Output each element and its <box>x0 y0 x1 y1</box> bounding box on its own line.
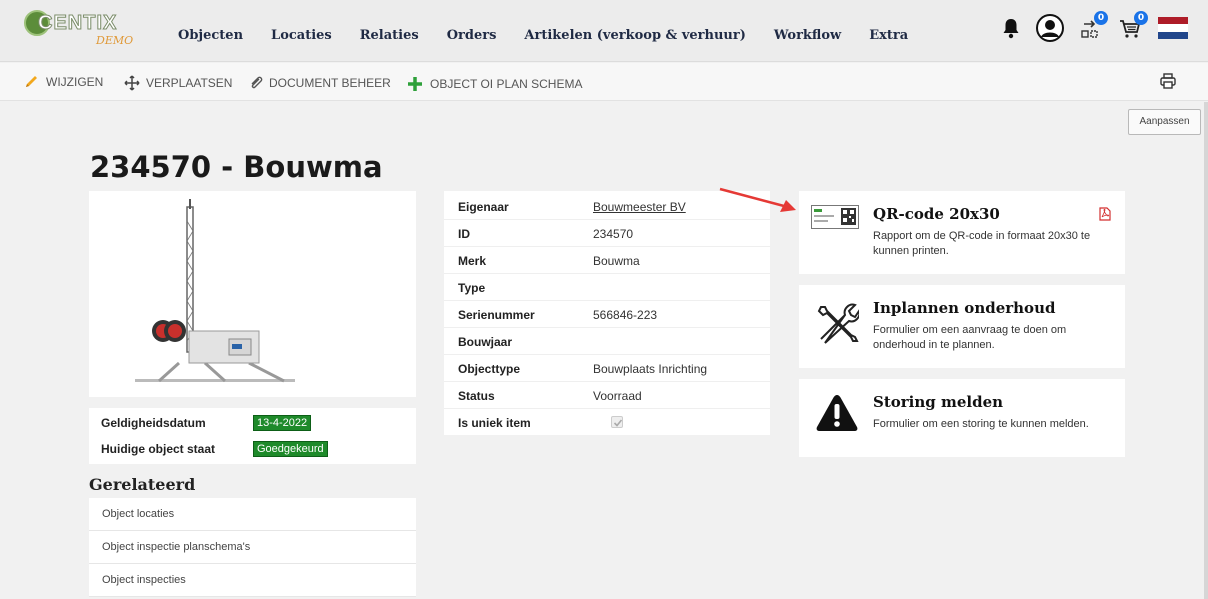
card-maintenance-desc: Formulier om een aanvraag te doen om ond… <box>873 324 1067 351</box>
related-item-inspections[interactable]: Object inspecties <box>89 564 416 597</box>
menu-locaties[interactable]: Locaties <box>271 28 332 43</box>
main-menu: Objecten Locaties Relaties Orders Artike… <box>178 28 936 43</box>
bell-icon[interactable] <box>1002 17 1020 43</box>
object-details-table: Eigenaar Bouwmeester BV ID 234570 Merk B… <box>444 191 770 435</box>
card-plan-maintenance[interactable]: Inplannen onderhoud Formulier om een aan… <box>799 285 1125 368</box>
validity-date-label: Geldigheidsdatum <box>101 416 206 430</box>
page-title: 234570 - Bouwma <box>90 150 383 184</box>
detail-row: Objecttype Bouwplaats Inrichting <box>444 355 770 382</box>
detail-label: Is uniek item <box>458 416 531 430</box>
move-button[interactable]: VERPLAATSEN <box>124 75 232 91</box>
object-plan-schema-label: OBJECT OI PLAN SCHEMA <box>430 77 583 91</box>
card-failure-desc: Formulier om een storing te kunnen melde… <box>873 418 1089 430</box>
edit-button[interactable]: WIJZIGEN <box>24 75 103 89</box>
object-state-label: Huidige object staat <box>101 442 216 456</box>
detail-value: 566846-223 <box>593 308 658 322</box>
card-failure-title: Storing melden <box>873 393 1004 411</box>
card-report-failure[interactable]: Storing melden Formulier om een storing … <box>799 379 1125 457</box>
edit-label: WIJZIGEN <box>46 75 104 89</box>
menu-artikelen[interactable]: Artikelen (verkoop & verhuur) <box>524 28 745 43</box>
drilling-rig-image <box>135 199 295 383</box>
paperclip-icon <box>251 76 263 89</box>
move-label: VERPLAATSEN <box>146 76 233 90</box>
detail-row: Is uniek item <box>444 409 770 436</box>
detail-label: Eigenaar <box>458 200 509 214</box>
detail-row: ID 234570 <box>444 220 770 247</box>
card-maintenance-title: Inplannen onderhoud <box>873 299 1056 317</box>
document-management-label: DOCUMENT BEHEER <box>269 76 391 90</box>
qr-label-icon <box>811 205 859 229</box>
detail-value: 234570 <box>593 227 634 241</box>
validity-panel: Geldigheidsdatum 13-4-2022 Huidige objec… <box>89 408 416 464</box>
menu-relaties[interactable]: Relaties <box>360 28 419 43</box>
detail-row: Type <box>444 274 770 301</box>
tasks-badge: 0 <box>1094 11 1108 25</box>
validity-date-value: 13-4-2022 <box>253 415 312 431</box>
centix-logo[interactable]: CENTIX DEMO <box>24 10 154 52</box>
detail-label: Serienummer <box>458 308 535 322</box>
object-photo <box>89 191 416 397</box>
print-button[interactable] <box>1159 72 1177 94</box>
pencil-icon <box>26 76 37 87</box>
cart-badge: 0 <box>1134 11 1148 25</box>
move-arrows-icon <box>124 75 140 91</box>
card-qr-desc: Rapport om de QR-code in formaat 20x30 t… <box>873 230 1091 257</box>
detail-row: Bouwjaar <box>444 328 770 355</box>
detail-value: Bouwma <box>593 254 640 268</box>
object-state-value: Goedgekeurd <box>253 441 328 457</box>
detail-label: Type <box>458 281 486 295</box>
customize-button[interactable]: Aanpassen <box>1128 109 1201 135</box>
page-scrollbar[interactable] <box>1204 102 1208 599</box>
menu-orders[interactable]: Orders <box>447 28 497 43</box>
owner-link[interactable]: Bouwmeester BV <box>593 200 686 214</box>
red-arrow-annotation <box>719 187 796 212</box>
action-toolbar: WIJZIGEN VERPLAATSEN DOCUMENT BEHEER OBJ… <box>0 63 1208 101</box>
nav-icons: 0 0 <box>986 11 1188 46</box>
dutch-flag-icon[interactable] <box>1158 17 1188 43</box>
object-plan-schema-button[interactable]: OBJECT OI PLAN SCHEMA <box>406 75 582 93</box>
top-navbar: CENTIX DEMO Objecten Locaties Relaties O… <box>0 0 1208 62</box>
printer-icon <box>1160 73 1176 89</box>
detail-row: Serienummer 566846-223 <box>444 301 770 328</box>
menu-objecten[interactable]: Objecten <box>178 28 243 43</box>
unique-item-checkbox[interactable] <box>611 416 623 428</box>
related-heading: Gerelateerd <box>89 475 196 494</box>
document-management-button[interactable]: DOCUMENT BEHEER <box>249 75 391 91</box>
object-state-row: Huidige object staat Goedgekeurd <box>89 436 416 462</box>
related-item-inspection-schemas[interactable]: Object inspectie planschema's <box>89 531 416 564</box>
related-item-object-locations[interactable]: Object locaties <box>89 498 416 531</box>
detail-label: Bouwjaar <box>458 335 513 349</box>
logo-demo-label: DEMO <box>96 34 134 47</box>
user-avatar-icon[interactable] <box>1036 14 1064 46</box>
detail-label: Merk <box>458 254 487 268</box>
logo-text: CENTIX <box>37 12 118 35</box>
pdf-icon[interactable] <box>1099 207 1111 221</box>
detail-value: Bouwplaats Inrichting <box>593 362 708 376</box>
validity-row: Geldigheidsdatum 13-4-2022 <box>89 410 416 436</box>
card-qr-code[interactable]: QR-code 20x30 Rapport om de QR-code in f… <box>799 191 1125 274</box>
card-qr-title: QR-code 20x30 <box>873 205 1000 223</box>
detail-label: ID <box>458 227 470 241</box>
menu-extra[interactable]: Extra <box>869 28 908 43</box>
plus-icon <box>408 77 422 91</box>
tasks-icon[interactable]: 0 <box>1080 11 1108 44</box>
tools-icon <box>817 303 859 344</box>
detail-row: Status Voorraad <box>444 382 770 409</box>
menu-workflow[interactable]: Workflow <box>774 28 841 43</box>
detail-label: Status <box>458 389 495 403</box>
detail-label: Objecttype <box>458 362 521 376</box>
cart-icon[interactable]: 0 <box>1118 11 1148 44</box>
detail-row: Merk Bouwma <box>444 247 770 274</box>
related-list: Object locaties Object inspectie plansch… <box>89 498 416 597</box>
detail-value: Voorraad <box>593 389 642 403</box>
warning-triangle-icon <box>816 395 858 431</box>
